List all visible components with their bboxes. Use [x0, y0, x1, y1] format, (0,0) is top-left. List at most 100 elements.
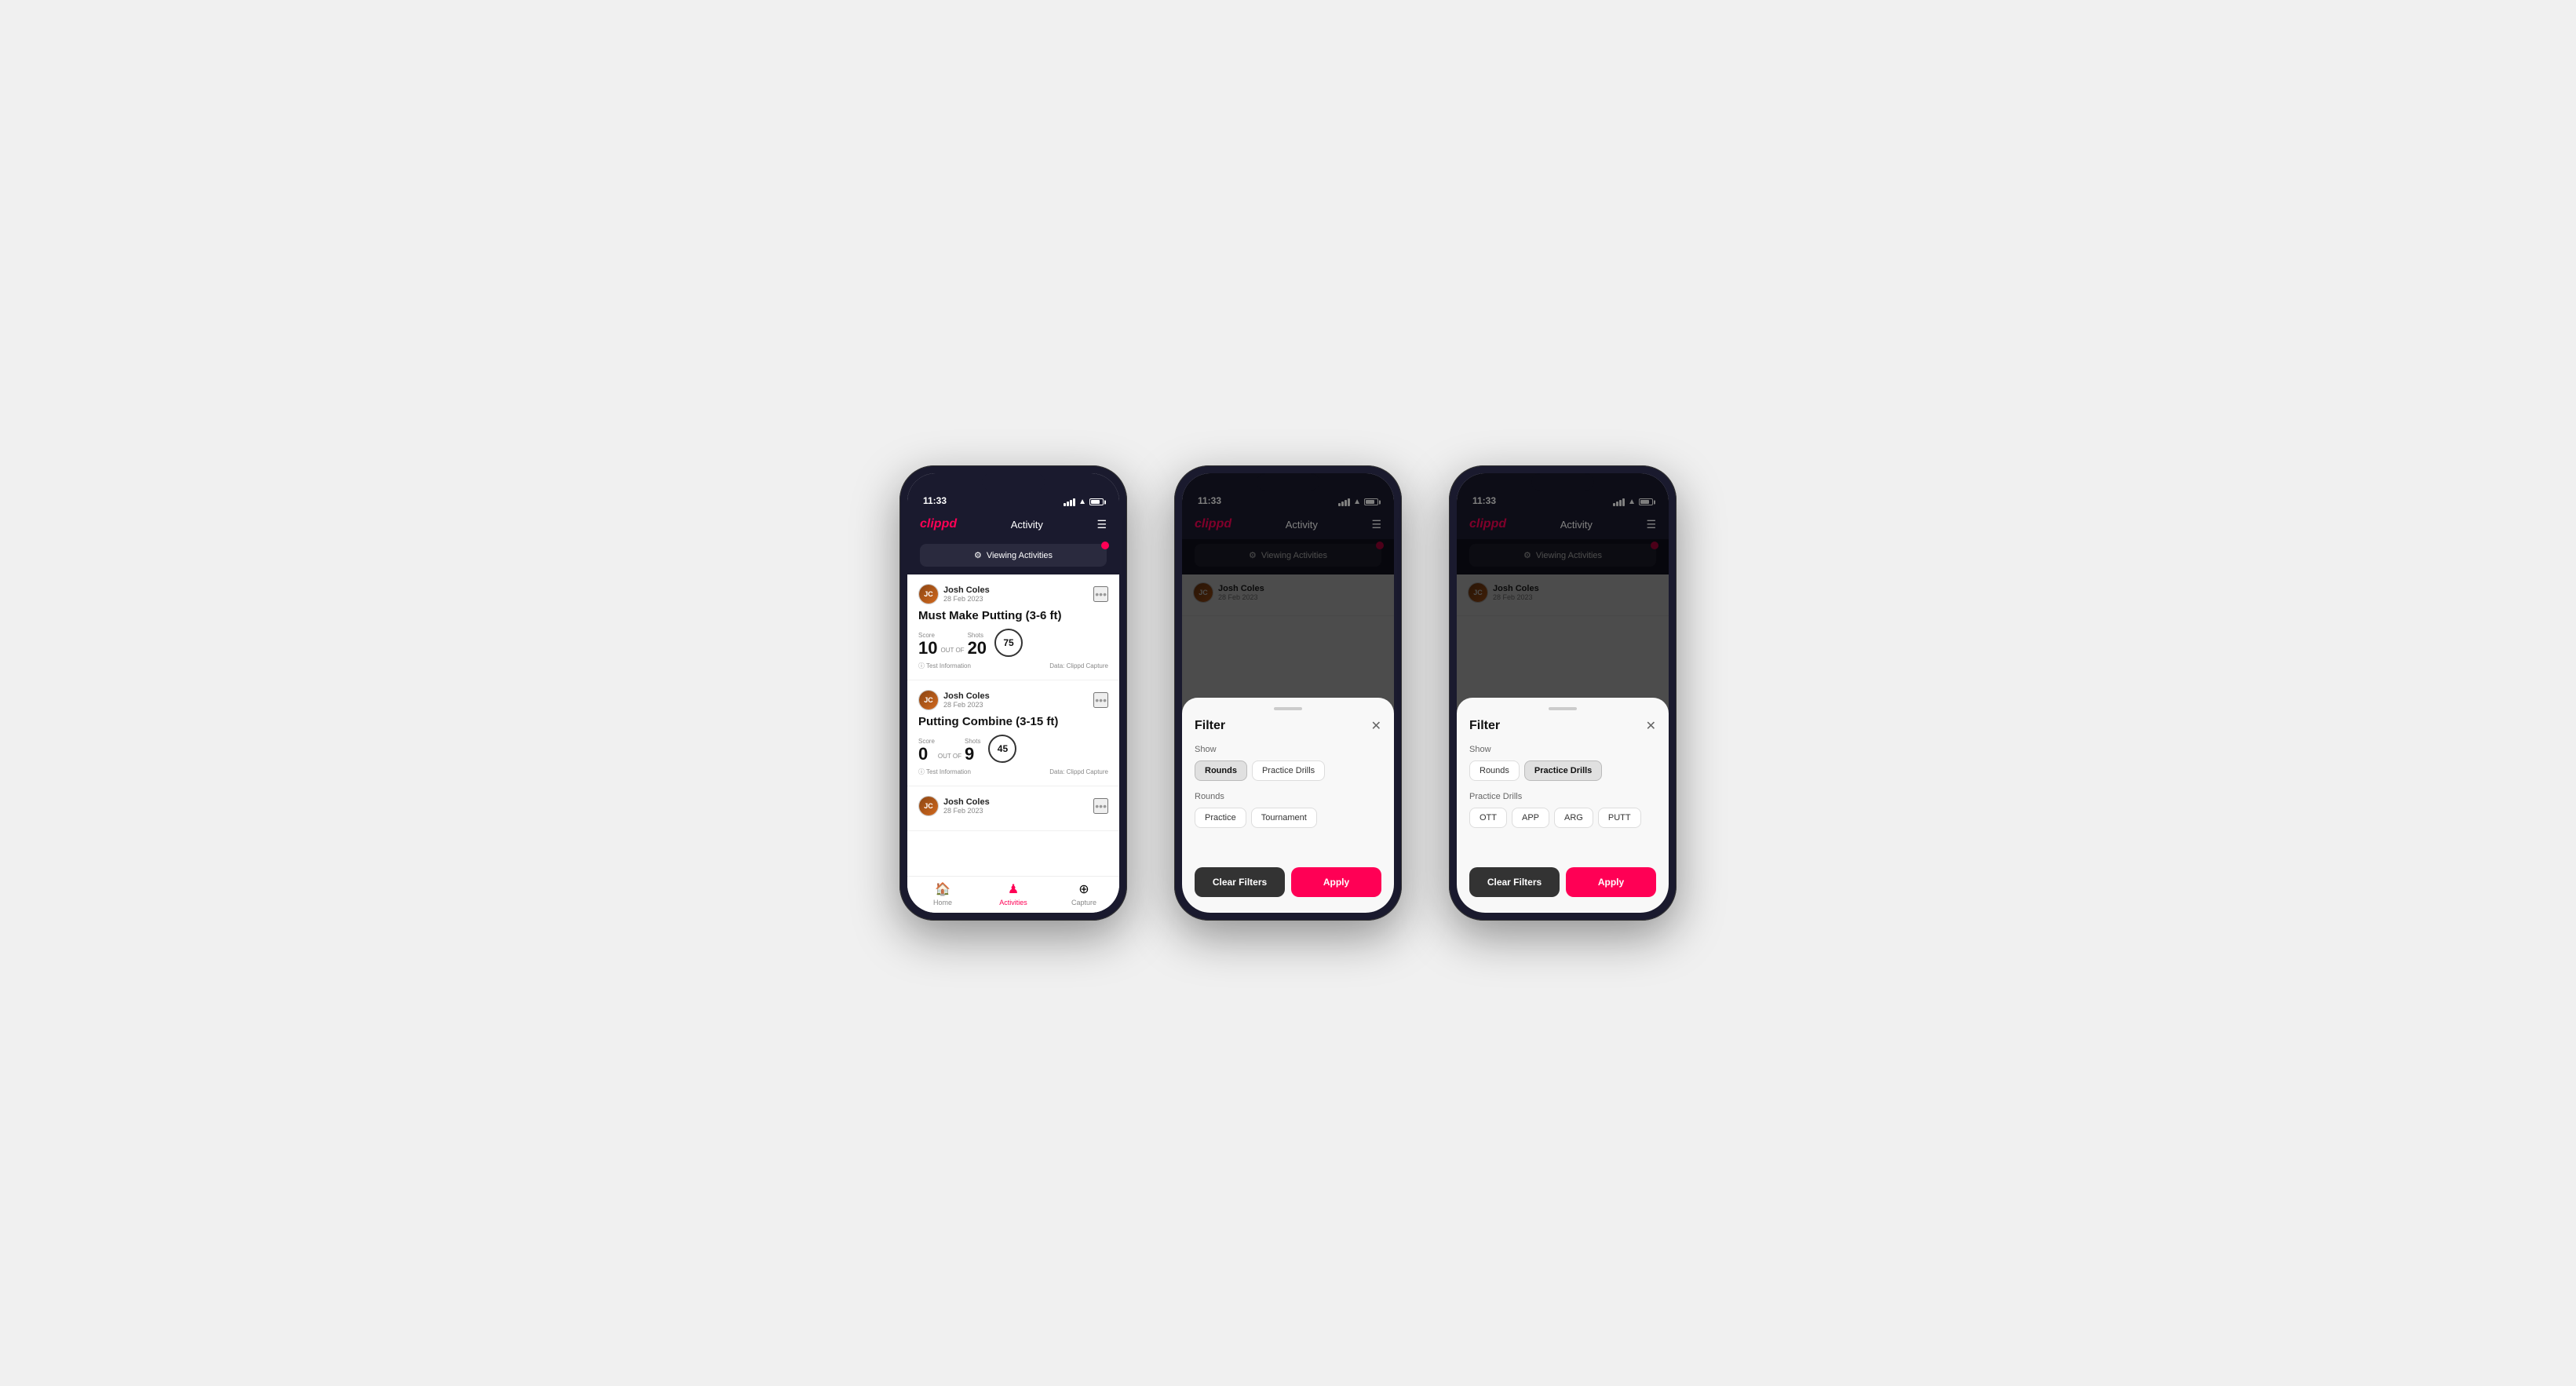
stats-row-2: Score 0 OUT OF Shots 9 45: [918, 735, 1108, 763]
practice-drills-chip-2[interactable]: Practice Drills: [1252, 760, 1325, 781]
nav-item-capture-1[interactable]: ⊕ Capture: [1049, 881, 1119, 906]
home-icon-1: 🏠: [935, 881, 950, 897]
card-footer-2: ⓘ Test Information Data: Clippd Capture: [918, 768, 1108, 776]
user-info-2: JC Josh Coles 28 Feb 2023: [918, 690, 990, 710]
phone-2: 11:33 ▲ clippd Activity: [1174, 465, 1402, 921]
apply-btn-3[interactable]: Apply: [1566, 867, 1656, 897]
signal-icon: [1064, 498, 1075, 506]
more-options-btn-1[interactable]: •••: [1093, 586, 1108, 602]
card-header-3: JC Josh Coles 28 Feb 2023 •••: [918, 796, 1108, 816]
activity-list-1: JC Josh Coles 28 Feb 2023 ••• Must Make …: [907, 574, 1119, 876]
card-header-2: JC Josh Coles 28 Feb 2023 •••: [918, 690, 1108, 710]
clear-filters-btn-2[interactable]: Clear Filters: [1195, 867, 1285, 897]
activity-title-1: Must Make Putting (3-6 ft): [918, 609, 1108, 622]
modal-header-2: Filter ✕: [1195, 718, 1381, 734]
card-footer-1: ⓘ Test Information Data: Clippd Capture: [918, 662, 1108, 670]
shot-quality-value-1: 75: [1003, 637, 1013, 648]
practice-chips-3: OTT APP ARG PUTT: [1469, 808, 1656, 828]
practice-drills-chip-3[interactable]: Practice Drills: [1524, 760, 1602, 781]
nav-bar-1: clippd Activity ☰: [907, 511, 1119, 539]
user-name-2: Josh Coles: [943, 691, 990, 701]
user-date-1: 28 Feb 2023: [943, 595, 990, 603]
activities-icon-1: ♟: [1008, 881, 1019, 897]
phone-1: 11:33 ▲ clippd Activity: [899, 465, 1127, 921]
rounds-chips-2: Practice Tournament: [1195, 808, 1381, 828]
user-details-3: Josh Coles 28 Feb 2023: [943, 797, 990, 815]
rounds-section-2: Rounds Practice Tournament: [1195, 792, 1381, 828]
tournament-chip-2[interactable]: Tournament: [1251, 808, 1317, 828]
modal-header-3: Filter ✕: [1469, 718, 1656, 734]
more-options-btn-2[interactable]: •••: [1093, 692, 1108, 708]
data-label-2: Data: Clippd Capture: [1049, 768, 1108, 775]
user-details-1: Josh Coles 28 Feb 2023: [943, 585, 990, 603]
user-name-3: Josh Coles: [943, 797, 990, 807]
wifi-icon: ▲: [1078, 498, 1086, 506]
phone-3-screen: 11:33 ▲ clippd Activity: [1457, 473, 1669, 913]
bottom-nav-1: 🏠 Home ♟ Activities ⊕ Capture: [907, 876, 1119, 913]
spacer-2: [1195, 839, 1381, 855]
info-label-2: ⓘ Test Information: [918, 768, 971, 776]
arg-chip-3[interactable]: ARG: [1554, 808, 1593, 828]
shots-group-1: Shots 20: [968, 632, 987, 657]
shot-quality-badge-2: 45: [988, 735, 1016, 763]
user-info-3: JC Josh Coles 28 Feb 2023: [918, 796, 990, 816]
close-button-2[interactable]: ✕: [1371, 718, 1381, 734]
modal-footer-3: Clear Filters Apply: [1469, 855, 1656, 897]
avatar-3: JC: [918, 796, 939, 816]
dynamic-island: [982, 473, 1045, 491]
filter-modal-3: Filter ✕ Show Rounds Practice Drills Pra…: [1457, 698, 1669, 913]
nav-item-activities-1[interactable]: ♟ Activities: [978, 881, 1049, 906]
show-chips-2: Rounds Practice Drills: [1195, 760, 1381, 781]
stats-row-1: Score 10 OUT OF Shots 20 75: [918, 629, 1108, 657]
close-button-3[interactable]: ✕: [1646, 718, 1656, 734]
activity-card-3: JC Josh Coles 28 Feb 2023 •••: [907, 786, 1119, 831]
score-group-2: Score 0: [918, 738, 935, 763]
phone-2-screen: 11:33 ▲ clippd Activity: [1182, 473, 1394, 913]
modal-footer-2: Clear Filters Apply: [1195, 855, 1381, 897]
rounds-section-label-2: Rounds: [1195, 792, 1381, 801]
menu-icon-1[interactable]: ☰: [1096, 518, 1107, 531]
spacer-3: [1469, 839, 1656, 855]
rounds-chip-3[interactable]: Rounds: [1469, 760, 1520, 781]
viewing-activities-bar-1: ⚙ Viewing Activities: [907, 539, 1119, 574]
app-chip-3[interactable]: APP: [1512, 808, 1549, 828]
user-info-1: JC Josh Coles 28 Feb 2023: [918, 584, 990, 604]
activity-card-2: JC Josh Coles 28 Feb 2023 ••• Putting Co…: [907, 680, 1119, 786]
filter-modal-2: Filter ✕ Show Rounds Practice Drills Rou…: [1182, 698, 1394, 913]
logo-1: clippd: [920, 517, 957, 531]
shots-group-2: Shots 9: [965, 738, 980, 763]
show-label-3: Show: [1469, 745, 1656, 754]
practice-section-label-3: Practice Drills: [1469, 792, 1656, 801]
practice-section-3: Practice Drills OTT APP ARG PUTT: [1469, 792, 1656, 828]
modal-handle-2: [1274, 707, 1302, 710]
shots-value-1: 20: [968, 640, 987, 657]
nav-item-home-1[interactable]: 🏠 Home: [907, 881, 978, 906]
clear-filters-btn-3[interactable]: Clear Filters: [1469, 867, 1560, 897]
filter-overlay-2: Filter ✕ Show Rounds Practice Drills Rou…: [1182, 473, 1394, 913]
activity-card-1: JC Josh Coles 28 Feb 2023 ••• Must Make …: [907, 574, 1119, 680]
user-date-2: 28 Feb 2023: [943, 701, 990, 709]
modal-handle-3: [1549, 707, 1577, 710]
viewing-activities-button-1[interactable]: ⚙ Viewing Activities: [920, 544, 1107, 567]
shots-value-2: 9: [965, 746, 980, 763]
filter-overlay-3: Filter ✕ Show Rounds Practice Drills Pra…: [1457, 473, 1669, 913]
viewing-activities-label-1: Viewing Activities: [987, 551, 1053, 560]
more-options-btn-3[interactable]: •••: [1093, 798, 1108, 814]
user-name-1: Josh Coles: [943, 585, 990, 595]
filter-title-3: Filter: [1469, 719, 1500, 733]
card-header-1: JC Josh Coles 28 Feb 2023 •••: [918, 584, 1108, 604]
phones-container: 11:33 ▲ clippd Activity: [899, 465, 1677, 921]
apply-btn-2[interactable]: Apply: [1291, 867, 1381, 897]
avatar-2: JC: [918, 690, 939, 710]
show-section-2: Show Rounds Practice Drills: [1195, 745, 1381, 781]
putt-chip-3[interactable]: PUTT: [1598, 808, 1641, 828]
phone-1-screen: 11:33 ▲ clippd Activity: [907, 473, 1119, 913]
data-label-1: Data: Clippd Capture: [1049, 662, 1108, 669]
shot-quality-value-2: 45: [998, 743, 1008, 754]
ott-chip-3[interactable]: OTT: [1469, 808, 1507, 828]
practice-round-chip-2[interactable]: Practice: [1195, 808, 1246, 828]
home-label-1: Home: [933, 899, 952, 906]
user-details-2: Josh Coles 28 Feb 2023: [943, 691, 990, 709]
nav-title-1: Activity: [1011, 519, 1043, 531]
rounds-chip-2[interactable]: Rounds: [1195, 760, 1247, 781]
